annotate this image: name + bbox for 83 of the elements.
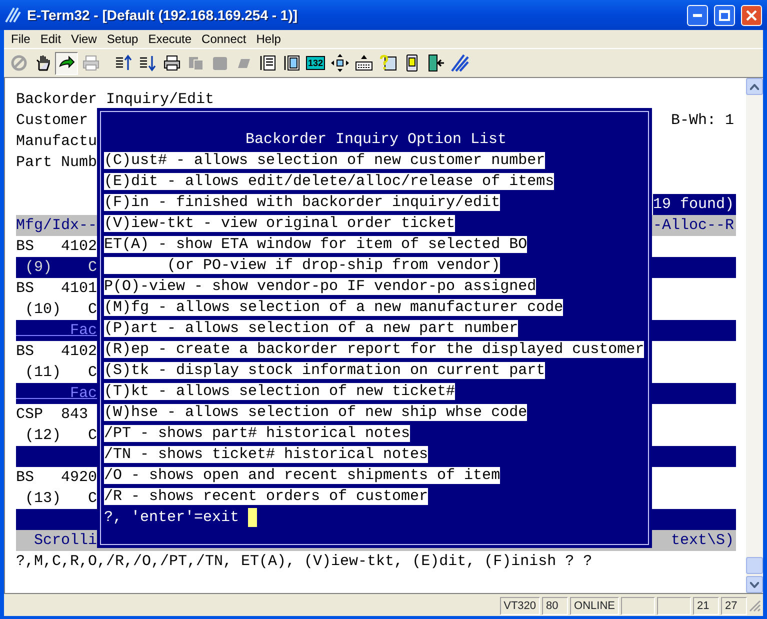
diagonal-stripes-icon — [450, 54, 468, 72]
scroll-up-button[interactable] — [746, 78, 763, 95]
maximize-button[interactable] — [714, 4, 735, 26]
status-pane: 27 — [721, 597, 747, 615]
document-icon — [258, 54, 276, 72]
option-text: /R - shows recent orders of customer — [104, 488, 428, 505]
minimize-button[interactable] — [687, 4, 708, 26]
resize-grip-icon[interactable] — [749, 600, 761, 612]
status-pane: ONLINE — [570, 597, 619, 615]
terminal-text: Manufactu — [16, 132, 98, 152]
option-text: (W)hse - allows selection of new ship whse code — [104, 404, 528, 421]
keyboard-icon — [354, 54, 372, 72]
status-pane — [621, 597, 655, 615]
option-text: (or PO-view if drop-ship from vendor) — [104, 257, 500, 274]
no-entry-icon — [10, 54, 28, 72]
printer-icon — [162, 54, 180, 72]
help-document-icon — [378, 54, 396, 72]
link-text[interactable]: Fac — [16, 383, 98, 404]
option-text: (M)fg - allows selection of a new manufacturer code — [104, 299, 564, 316]
door-with-arrow-icon — [426, 54, 444, 72]
option-text: /O - shows open and recent shipments of item — [104, 467, 500, 484]
terminal-text: -Alloc--R — [652, 216, 735, 236]
menu-item[interactable]: View — [66, 31, 102, 47]
option-text: /PT - shows part# historical notes — [104, 425, 410, 442]
option-text: (V)iew-tkt - view original order ticket — [104, 215, 456, 232]
terminal-text: BS 4101 — [16, 279, 98, 299]
terminal-text: Customer — [16, 111, 88, 131]
option-text: ET(A) - show ETA window for item of selected BO — [104, 236, 528, 253]
framed-document-icon — [282, 54, 300, 72]
toolbar-button[interactable] — [55, 52, 78, 74]
terminal-text: text\S) — [670, 531, 735, 551]
maximize-icon — [719, 10, 730, 20]
four-way-arrows-icon — [330, 54, 348, 72]
prompt-text: ?, 'enter'=exit — [104, 509, 240, 526]
terminal-text: Scrolli — [33, 531, 98, 551]
menu-item[interactable]: Execute — [143, 31, 197, 47]
option-text: (E)dit - allows edit/delete/alloc/release of items — [104, 173, 554, 190]
terminal-text: (12) C — [24, 426, 98, 446]
option-text: (C)ust# - allows selection of new customer number — [104, 152, 546, 169]
terminal-text: BS 4920 — [16, 468, 98, 488]
minimize-icon — [693, 14, 702, 16]
terminal-text: BS 4102 — [16, 237, 98, 257]
window-title: E-Term32 - [Default (192.168.169.254 - 1)] — [27, 6, 298, 25]
close-icon — [746, 10, 757, 20]
vertical-scrollbar[interactable] — [746, 78, 763, 593]
hand-icon — [34, 54, 52, 72]
scrollbar-thumb[interactable] — [746, 557, 763, 574]
terminal-text: (10) C — [24, 300, 98, 320]
popup-title: Backorder Inquiry Option List — [244, 130, 508, 150]
terminal-text: Backorder Inquiry/Edit — [16, 90, 214, 110]
option-text: (S)tk - display stock information on current part — [104, 362, 546, 379]
terminal-text: (13) C — [24, 489, 98, 509]
copy-icon — [186, 54, 204, 72]
menu-item[interactable]: Edit — [35, 31, 66, 47]
status-pane — [657, 597, 691, 615]
terminal-text: Mfg/Idx-- — [16, 216, 98, 236]
status-pane: 21 — [693, 597, 719, 615]
close-button[interactable] — [741, 4, 762, 26]
option-text: (R)ep - create a backorder report for the displayed customer — [104, 341, 644, 358]
terminal-text: (11) C — [24, 363, 98, 383]
option-text: (T)kt - allows selection of new ticket# — [104, 383, 456, 400]
terminal-text: ?,M,C,R,O,/R,/O,/PT,/TN, ET(A), (V)iew-tkt, (E)dit, (F)inish ? ? — [16, 552, 592, 572]
terminal-text: Part Numb — [16, 153, 98, 173]
printer-icon — [82, 54, 100, 72]
terminal-text: B-Wh: 1 — [670, 111, 735, 131]
option-text: P(O)-view - show vendor-po IF vendor-po assigned — [104, 278, 536, 295]
text-cursor — [248, 508, 258, 527]
option-text: /TN - shows ticket# historical notes — [104, 446, 428, 463]
menu-item[interactable]: Setup — [102, 31, 144, 47]
menu-item[interactable]: Help — [251, 31, 286, 47]
terminal-text: (9) C — [24, 258, 98, 278]
lines-with-up-arrow-icon — [114, 54, 132, 72]
scroll-down-button[interactable] — [746, 576, 763, 593]
app-logo-icon — [5, 7, 21, 23]
lines-with-down-arrow-icon — [138, 54, 156, 72]
menu-item[interactable]: File — [6, 31, 36, 47]
option-text: (P)art - allows selection of a new part number — [104, 320, 518, 337]
menu-item[interactable]: Connect — [196, 31, 252, 47]
option-text: (F)in - finished with backorder inquiry/edit — [104, 194, 500, 211]
terminal-text: 19 found) — [652, 194, 736, 215]
status-pane: 80 — [542, 597, 568, 615]
status-pane: VT320 — [500, 597, 540, 615]
link-text[interactable]: Fac — [16, 320, 98, 341]
